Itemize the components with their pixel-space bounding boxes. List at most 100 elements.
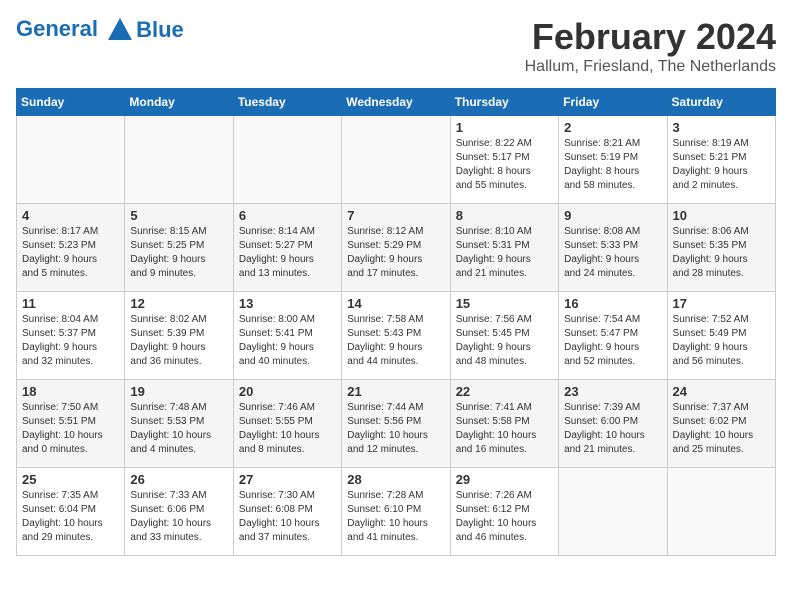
day-number: 15 [456,296,553,311]
calendar-cell: 6Sunrise: 8:14 AM Sunset: 5:27 PM Daylig… [233,204,341,292]
weekday-header: Wednesday [342,89,450,116]
calendar-cell [233,116,341,204]
weekday-header: Thursday [450,89,558,116]
calendar-cell: 27 Sunrise: 7:30 AM Sunset: 6:08 PM Dayli… [233,468,341,556]
calendar-week-row: 4Sunrise: 8:17 AM Sunset: 5:23 PM Daylig… [17,204,776,292]
day-info: Sunrise: 8:12 AM Sunset: 5:29 PM Dayligh… [347,225,444,281]
calendar-cell: 9 Sunrise: 8:08 AM Sunset: 5:33 PM Daylig… [559,204,667,292]
logo: General Blue [16,16,184,44]
day-number: 16 [564,296,661,311]
weekday-header: Tuesday [233,89,341,116]
day-number: 23 [564,384,661,399]
day-info: Sunrise: 8:04 AM Sunset: 5:37 PM Dayligh… [22,313,119,369]
calendar-cell: 14 Sunrise: 7:58 AM Sunset: 5:43 PM Dayli… [342,292,450,380]
calendar-cell: 24Sunrise: 7:37 AM Sunset: 6:02 PM Dayli… [667,380,775,468]
day-number: 12 [130,296,227,311]
calendar-cell: 22 Sunrise: 7:41 AM Sunset: 5:58 PM Dayli… [450,380,558,468]
day-info: Sunrise: 8:15 AM Sunset: 5:25 PM Dayligh… [130,225,227,281]
day-info: Sunrise: 7:48 AM Sunset: 5:53 PM Dayligh… [130,401,227,457]
weekday-header: Saturday [667,89,775,116]
calendar-cell: 21 Sunrise: 7:44 AM Sunset: 5:56 PM Dayli… [342,380,450,468]
day-number: 27 [239,472,336,487]
day-info: Sunrise: 7:41 AM Sunset: 5:58 PM Dayligh… [456,401,553,457]
calendar-cell [667,468,775,556]
calendar-cell: 19Sunrise: 7:48 AM Sunset: 5:53 PM Dayli… [125,380,233,468]
day-number: 1 [456,120,553,135]
logo-general: General [16,16,98,41]
day-number: 26 [130,472,227,487]
day-number: 22 [456,384,553,399]
day-info: Sunrise: 7:30 AM Sunset: 6:08 PM Dayligh… [239,489,336,545]
day-info: Sunrise: 7:46 AM Sunset: 5:55 PM Dayligh… [239,401,336,457]
day-info: Sunrise: 7:52 AM Sunset: 5:49 PM Dayligh… [673,313,770,369]
calendar-cell: 5 Sunrise: 8:15 AM Sunset: 5:25 PM Daylig… [125,204,233,292]
location: Hallum, Friesland, The Netherlands [525,58,776,76]
calendar-cell: 16Sunrise: 7:54 AM Sunset: 5:47 PM Dayli… [559,292,667,380]
day-number: 25 [22,472,119,487]
day-info: Sunrise: 7:26 AM Sunset: 6:12 PM Dayligh… [456,489,553,545]
calendar-cell: 12Sunrise: 8:02 AM Sunset: 5:39 PM Dayli… [125,292,233,380]
calendar-cell: 2 Sunrise: 8:21 AM Sunset: 5:19 PM Daylig… [559,116,667,204]
weekday-header: Friday [559,89,667,116]
day-info: Sunrise: 8:21 AM Sunset: 5:19 PM Dayligh… [564,137,661,193]
day-number: 24 [673,384,770,399]
calendar-cell: 29 Sunrise: 7:26 AM Sunset: 6:12 PM Dayli… [450,468,558,556]
day-number: 5 [130,208,227,223]
day-info: Sunrise: 8:14 AM Sunset: 5:27 PM Dayligh… [239,225,336,281]
calendar-week-row: 1 Sunrise: 8:22 AM Sunset: 5:17 PM Daylig… [17,116,776,204]
day-info: Sunrise: 8:17 AM Sunset: 5:23 PM Dayligh… [22,225,119,281]
calendar-cell: 25Sunrise: 7:35 AM Sunset: 6:04 PM Dayli… [17,468,125,556]
day-number: 17 [673,296,770,311]
day-number: 10 [673,208,770,223]
calendar-body: 1 Sunrise: 8:22 AM Sunset: 5:17 PM Daylig… [17,116,776,556]
calendar-cell: 17 Sunrise: 7:52 AM Sunset: 5:49 PM Dayli… [667,292,775,380]
day-number: 3 [673,120,770,135]
calendar-cell: 23 Sunrise: 7:39 AM Sunset: 6:00 PM Dayli… [559,380,667,468]
day-number: 7 [347,208,444,223]
calendar-cell: 18 Sunrise: 7:50 AM Sunset: 5:51 PM Dayli… [17,380,125,468]
calendar-cell: 7 Sunrise: 8:12 AM Sunset: 5:29 PM Daylig… [342,204,450,292]
day-number: 8 [456,208,553,223]
calendar-cell [17,116,125,204]
calendar-cell: 11 Sunrise: 8:04 AM Sunset: 5:37 PM Dayli… [17,292,125,380]
calendar-header-row: SundayMondayTuesdayWednesdayThursdayFrid… [17,89,776,116]
calendar-cell [125,116,233,204]
day-number: 2 [564,120,661,135]
day-number: 28 [347,472,444,487]
day-info: Sunrise: 8:19 AM Sunset: 5:21 PM Dayligh… [673,137,770,193]
day-number: 21 [347,384,444,399]
calendar-cell: 3 Sunrise: 8:19 AM Sunset: 5:21 PM Daylig… [667,116,775,204]
calendar-cell: 13Sunrise: 8:00 AM Sunset: 5:41 PM Dayli… [233,292,341,380]
page-header: General Blue February 2024 Hallum, Fries… [16,16,776,76]
calendar-cell: 26 Sunrise: 7:33 AM Sunset: 6:06 PM Dayli… [125,468,233,556]
calendar-week-row: 18 Sunrise: 7:50 AM Sunset: 5:51 PM Dayli… [17,380,776,468]
day-info: Sunrise: 8:10 AM Sunset: 5:31 PM Dayligh… [456,225,553,281]
logo-icon [106,16,134,44]
day-info: Sunrise: 7:33 AM Sunset: 6:06 PM Dayligh… [130,489,227,545]
day-info: Sunrise: 8:08 AM Sunset: 5:33 PM Dayligh… [564,225,661,281]
calendar-cell: 15 Sunrise: 7:56 AM Sunset: 5:45 PM Dayli… [450,292,558,380]
calendar-cell [342,116,450,204]
title-block: February 2024 Hallum, Friesland, The Net… [525,16,776,76]
day-info: Sunrise: 7:56 AM Sunset: 5:45 PM Dayligh… [456,313,553,369]
day-number: 9 [564,208,661,223]
day-number: 20 [239,384,336,399]
weekday-header: Monday [125,89,233,116]
day-info: Sunrise: 7:39 AM Sunset: 6:00 PM Dayligh… [564,401,661,457]
day-number: 11 [22,296,119,311]
day-info: Sunrise: 7:28 AM Sunset: 6:10 PM Dayligh… [347,489,444,545]
day-info: Sunrise: 7:44 AM Sunset: 5:56 PM Dayligh… [347,401,444,457]
calendar-cell: 10Sunrise: 8:06 AM Sunset: 5:35 PM Dayli… [667,204,775,292]
calendar-cell: 4Sunrise: 8:17 AM Sunset: 5:23 PM Daylig… [17,204,125,292]
day-info: Sunrise: 7:58 AM Sunset: 5:43 PM Dayligh… [347,313,444,369]
day-number: 29 [456,472,553,487]
calendar-cell: 20 Sunrise: 7:46 AM Sunset: 5:55 PM Dayli… [233,380,341,468]
day-number: 13 [239,296,336,311]
calendar-cell: 1 Sunrise: 8:22 AM Sunset: 5:17 PM Daylig… [450,116,558,204]
calendar-week-row: 25Sunrise: 7:35 AM Sunset: 6:04 PM Dayli… [17,468,776,556]
day-info: Sunrise: 8:22 AM Sunset: 5:17 PM Dayligh… [456,137,553,193]
day-info: Sunrise: 7:50 AM Sunset: 5:51 PM Dayligh… [22,401,119,457]
calendar-cell: 8 Sunrise: 8:10 AM Sunset: 5:31 PM Daylig… [450,204,558,292]
day-number: 14 [347,296,444,311]
day-number: 18 [22,384,119,399]
